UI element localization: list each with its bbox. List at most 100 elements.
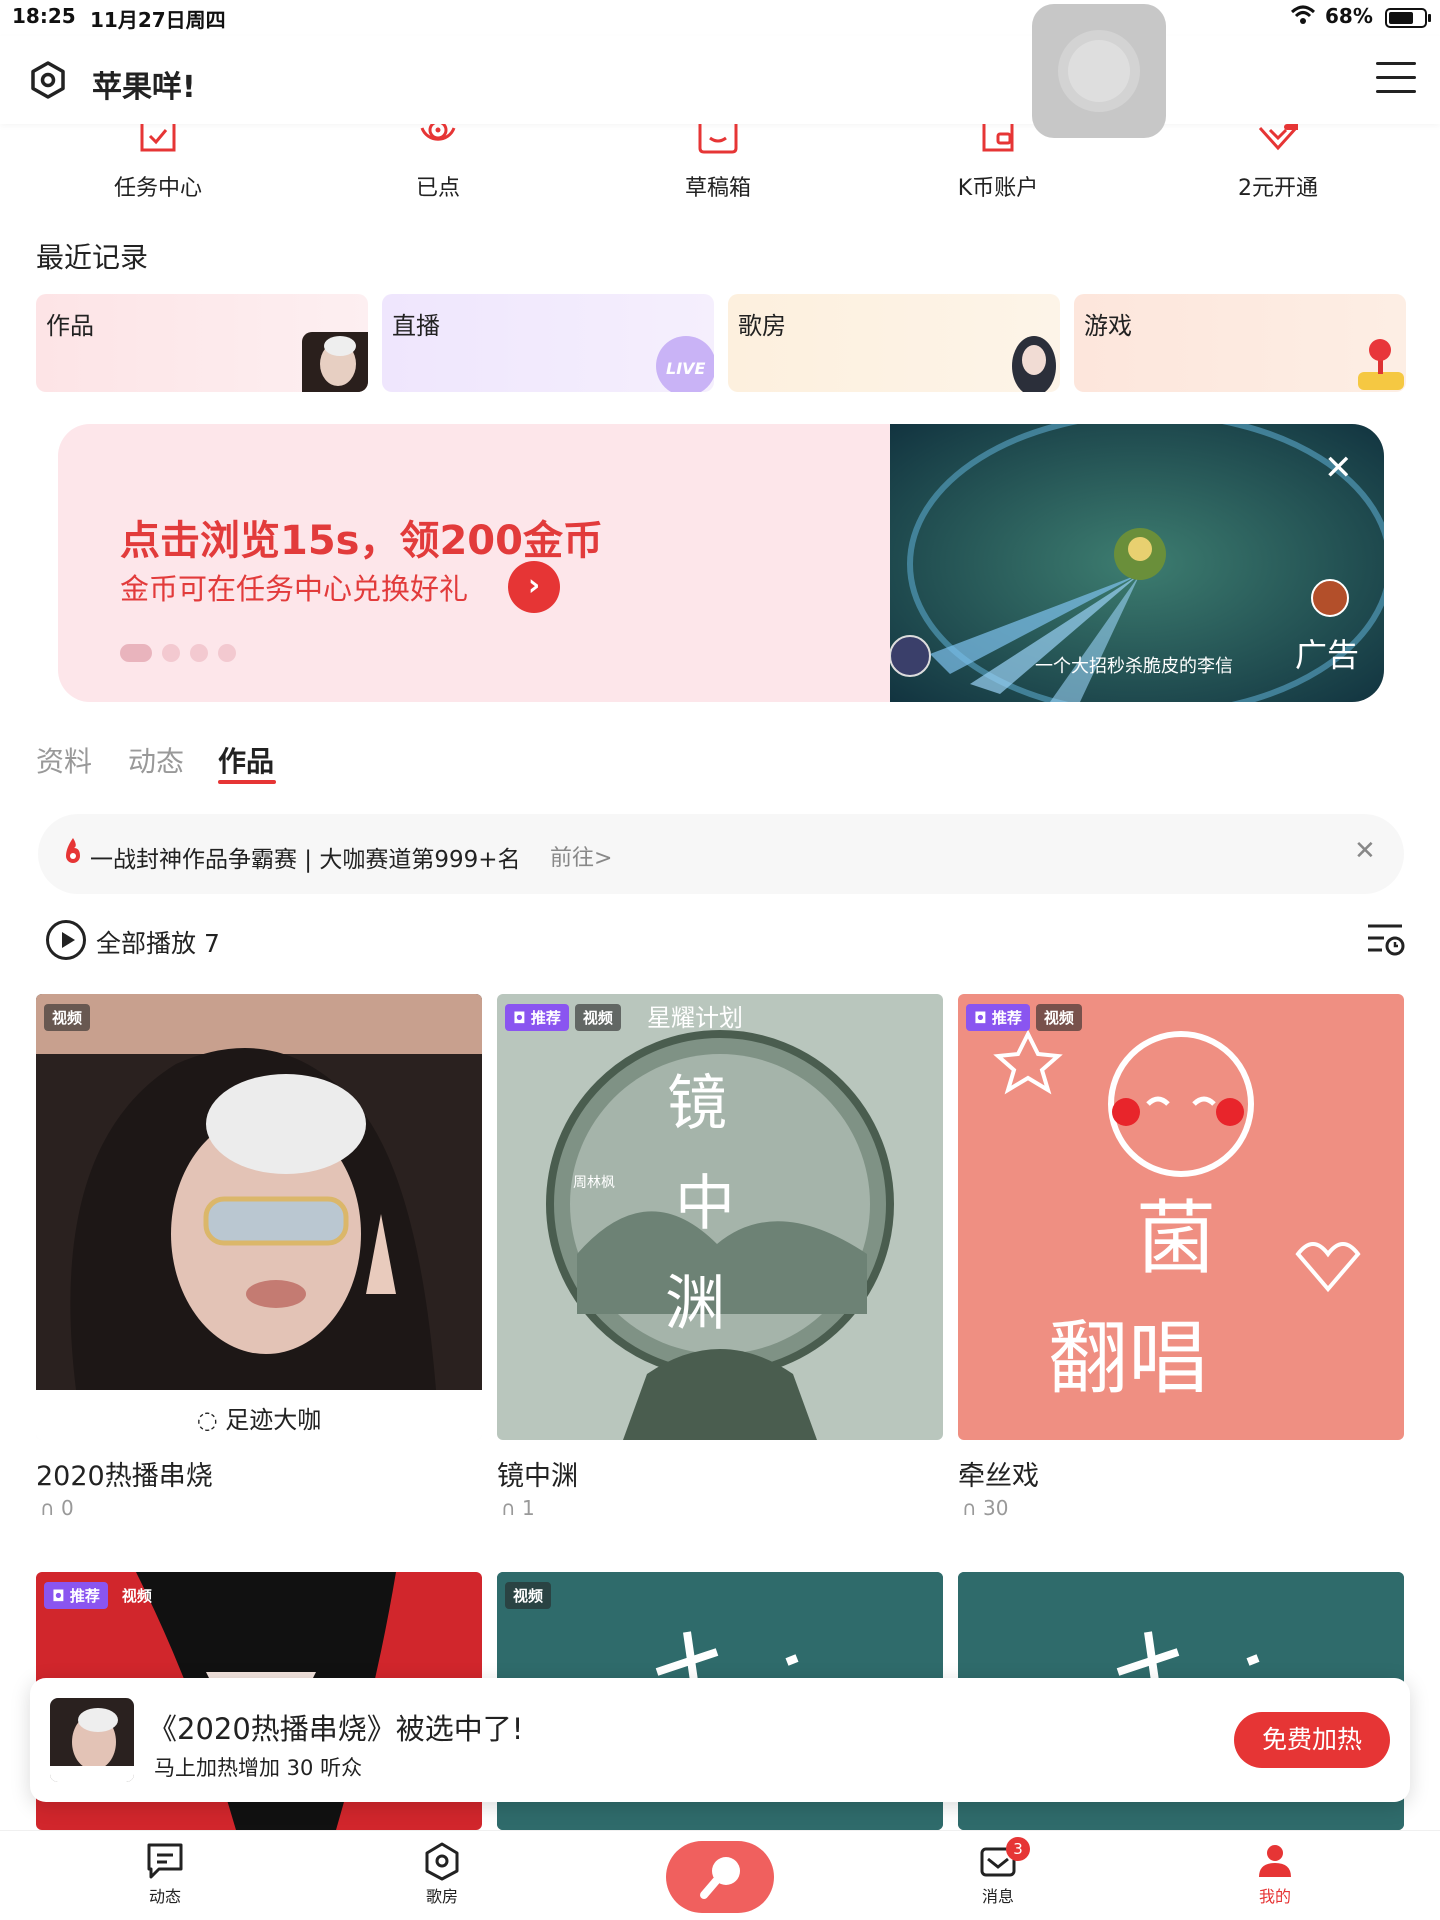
headphones-icon: ∩ [962,1496,977,1520]
toast-subtitle: 马上加热增加 30 听众 [154,1756,363,1780]
recommend-badge: ◘ 推荐 [505,1004,569,1031]
status-time: 18:25 [12,4,76,28]
quick-action-label: 任务中心 [113,176,202,201]
pagination-dot [190,644,208,662]
settings-icon[interactable] [28,60,68,100]
quick-action-kcoin-account[interactable]: K币账户 [898,124,1098,204]
profile-icon [1259,1845,1291,1877]
menu-icon[interactable] [1376,62,1416,98]
notice-text: 一战封神作品争霸赛 | 大咖赛道第999+名 [90,847,521,873]
nav-item-messages[interactable]: 消息 [948,1841,1048,1907]
nav-item-feed[interactable]: 动态 [115,1841,215,1907]
fire-icon [66,838,80,863]
disc-icon [420,124,456,141]
toast-title: 《2020热播串烧》被选中了! [148,1712,524,1746]
video-badge: 视频 [574,1004,621,1031]
video-badge: 视频 [121,1587,152,1605]
status-bar: 18:25 11月27日周四 68% [0,0,1440,36]
pagination-dot [162,644,180,662]
wallet-icon [982,124,1014,152]
ktv-room-icon [425,1842,459,1881]
task-icon [140,124,176,152]
feed-icon [147,1843,183,1879]
tab-profile[interactable]: 资料 [36,740,92,780]
recent-card-label: 直播 [392,312,440,340]
nav-label: 歌房 [425,1887,458,1906]
banner-subline: 金币可在任务中心兑换好礼 [120,572,469,606]
live-icon: LIVE [648,332,714,392]
work-title: 牵丝戏 [958,1461,1039,1492]
work-badges: ◘ 推荐 视频 [505,1004,621,1031]
toast-thumbnail [50,1698,134,1782]
status-date: 11月27日周四 [90,8,226,32]
headphones-icon: ∩ [501,1496,516,1520]
svg-text:渊: 渊 [665,1269,725,1339]
ad-game-screenshot[interactable]: 一个大招秒杀脆皮的李信 广告 ✕ [890,424,1384,702]
recent-card-label: 游戏 [1084,312,1132,340]
work-badges: 视频 [505,1582,552,1609]
nav-label: 消息 [981,1887,1014,1906]
battery-icon [1385,8,1427,28]
joystick-icon [1340,332,1406,392]
ad-tag: 广告 [1295,636,1360,674]
ad-caption: 一个大招秒杀脆皮的李信 [1035,656,1233,677]
cover-title-art: 镜 [667,1069,727,1139]
sort-history-icon[interactable] [1366,922,1406,958]
work-cover: 菌 翻唱 [958,994,1404,1440]
recent-card-works[interactable]: 作品 [36,294,368,392]
assistive-touch-button[interactable] [1032,4,1166,138]
quick-action-drafts[interactable]: 草稿箱 [618,124,818,204]
recent-card-live[interactable]: 直播 LIVE [382,294,714,392]
promo-banner[interactable]: 点击浏览15s，领200金币 金币可在任务中心兑换好礼 › 一个大招秒杀脆皮的李… [58,424,1384,702]
work-cover: 镜 中 渊 星耀计划 周林枫 [497,994,943,1440]
recommend-badge: ◘ 推荐 [44,1582,108,1609]
cover-overlay-text: 星耀计划 [647,1004,743,1032]
tab-feed[interactable]: 动态 [128,740,184,780]
nav-item-ktv-room[interactable]: 歌房 [392,1841,492,1907]
quick-action-label: 草稿箱 [684,176,751,201]
work-title: 2020热播串烧 [36,1461,213,1492]
work-badges: 视频 [44,1004,91,1031]
quick-action-label: K币账户 [957,176,1039,201]
play-all-label: 全部播放 7 [96,929,220,958]
ad-close-icon[interactable]: ✕ [1324,448,1353,488]
banner-headline: 点击浏览15s，领200金币 [120,518,603,564]
work-play-count: ∩ 1 [501,1496,535,1520]
tab-works[interactable]: 作品 [218,740,274,780]
notice-link[interactable]: 前往> [550,840,612,872]
play-icon [46,920,86,960]
quick-action-vip-open[interactable]: 2元开通 [1178,124,1378,204]
nav-label: 我的 [1258,1887,1291,1906]
recent-card-games[interactable]: 游戏 [1074,294,1406,392]
nav-item-profile[interactable]: 我的 [1225,1841,1325,1907]
app-header: 苹果咩! [0,36,1440,124]
headphones-icon: ∩ [40,1496,55,1520]
work-badges: ◘ 推荐 视频 [44,1582,160,1609]
banner-arrow-button[interactable]: › [508,561,560,613]
svg-text:LIVE: LIVE [666,359,706,378]
quick-action-ordered[interactable]: 已点 [338,124,538,204]
wifi-icon [1290,5,1316,24]
video-badge: 视频 [505,1582,552,1609]
work-play-count: ∩ 30 [962,1496,1009,1520]
recent-card-label: 作品 [46,312,94,340]
notice-close-icon[interactable]: ✕ [1354,836,1376,866]
contest-notice-bar[interactable]: 一战封神作品争霸赛 | 大咖赛道第999+名 前往> ✕ [38,814,1404,894]
pagination-dot [218,644,236,662]
recent-card-label: 歌房 [738,312,786,340]
quick-action-task-center[interactable]: 任务中心 [58,124,258,204]
unread-badge: 3 [1006,1837,1030,1861]
recommend-badge: ◘ 推荐 [966,1004,1030,1031]
free-boost-button[interactable]: 免费加热 [1234,1712,1390,1768]
quick-action-label: 已点 [415,176,460,201]
boost-toast[interactable]: 《2020热播串烧》被选中了! 马上加热增加 30 听众 免费加热 [30,1678,1410,1802]
cover-art-text: 翻唱 [1048,1312,1208,1405]
cover-caption: ◌ 足迹大咖 [196,1406,322,1434]
video-badge: 视频 [1035,1004,1082,1031]
work-play-count: ∩ 0 [40,1496,74,1520]
work-title: 镜中渊 [497,1461,578,1492]
recent-card-ktv-room[interactable]: 歌房 [728,294,1060,392]
vip-icon [1258,124,1298,151]
mic-icon [700,1857,740,1899]
nav-item-sing[interactable] [666,1841,774,1913]
